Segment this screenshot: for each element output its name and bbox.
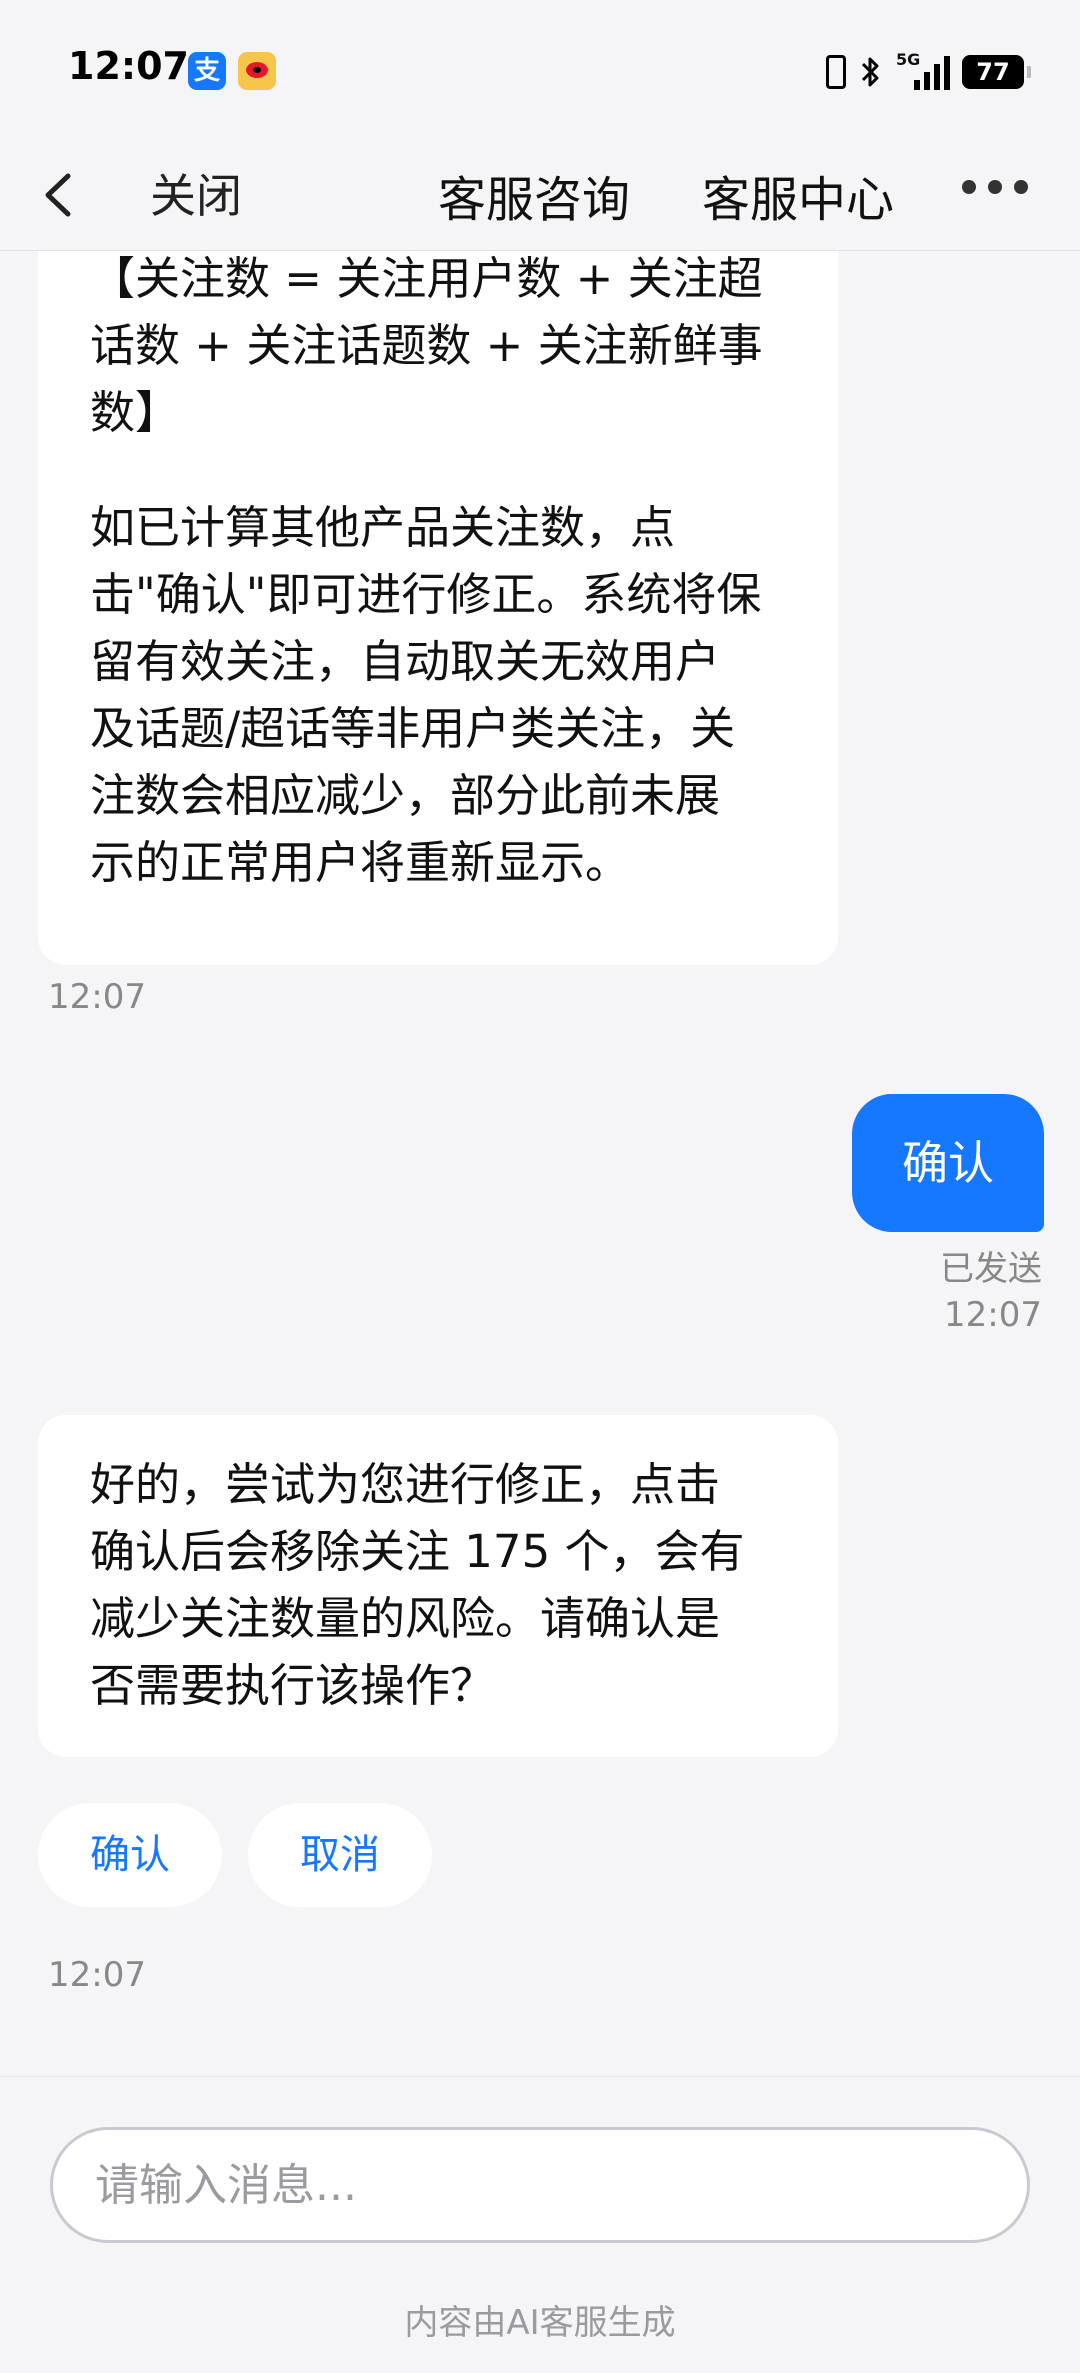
message-line: 及话题/超话等非用户类关注，关 — [90, 702, 736, 755]
message-line: 确认后会移除关注 175 个，会有 — [90, 1525, 745, 1578]
system-icons: 5G 77 — [826, 50, 1031, 94]
battery-icon: 77 — [962, 55, 1031, 89]
message-line: 击"确认"即可进行修正。系统将保 — [90, 568, 762, 621]
cancel-button[interactable]: 取消 — [248, 1803, 432, 1907]
message-line: 示的正常用户将重新显示。 — [90, 836, 631, 889]
more-icon[interactable] — [962, 180, 1028, 194]
bot-message-bubble: 好的，尝试为您进行修正，点击 确认后会移除关注 175 个，会有 减少关注数量的… — [38, 1415, 838, 1757]
bot-message-bubble: 【关注数 = 关注用户数 + 关注超 话数 + 关注话题数 + 关注新鲜事 数】… — [38, 251, 838, 965]
message-line: 否需要执行该操作？ — [90, 1659, 496, 1712]
message-line: 话数 + 关注话题数 + 关注新鲜事 — [90, 319, 763, 372]
user-message-bubble: 确认 — [852, 1094, 1044, 1232]
message-timestamp: 12:07 — [48, 977, 146, 1017]
message-line: 减少关注数量的风险。请确认是 — [90, 1592, 721, 1645]
message-input[interactable] — [50, 2127, 1030, 2243]
alipay-icon: 支 — [188, 52, 226, 90]
message-line: 留有效关注，自动取关无效用户 — [90, 635, 721, 688]
message-line: 如已计算其他产品关注数，点 — [90, 501, 676, 554]
message-line: 注数会相应减少，部分此前未展 — [90, 769, 721, 822]
signal-icon: 5G — [896, 50, 950, 90]
message-line: 数】 — [90, 386, 181, 439]
status-time: 12:07 — [68, 44, 189, 88]
back-icon[interactable] — [36, 170, 86, 220]
ai-disclaimer: 内容由AI客服生成 — [404, 2303, 676, 2343]
status-bar: 12:07 支 5G 77 — [0, 0, 1080, 140]
bluetooth-icon — [861, 57, 879, 87]
input-footer: 内容由AI客服生成 — [0, 2076, 1080, 2373]
message-timestamp: 12:07 — [48, 1955, 146, 1995]
sent-status: 已发送 — [940, 1249, 1042, 1289]
service-center-link[interactable]: 客服中心 — [702, 160, 894, 230]
weibo-icon — [238, 52, 276, 90]
chat-area[interactable]: 【关注数 = 关注用户数 + 关注超 话数 + 关注话题数 + 关注新鲜事 数】… — [0, 251, 1080, 2076]
message-line: 好的，尝试为您进行修正，点击 — [90, 1458, 721, 1511]
nav-bar: 关闭 客服咨询 客服中心 — [0, 140, 1080, 251]
page-title: 客服咨询 — [438, 172, 631, 228]
message-timestamp: 12:07 — [944, 1295, 1042, 1335]
close-button[interactable]: 关闭 — [150, 160, 242, 226]
message-line: 【关注数 = 关注用户数 + 关注超 — [90, 252, 763, 305]
vibrate-icon — [826, 55, 846, 89]
confirm-button[interactable]: 确认 — [38, 1803, 222, 1907]
